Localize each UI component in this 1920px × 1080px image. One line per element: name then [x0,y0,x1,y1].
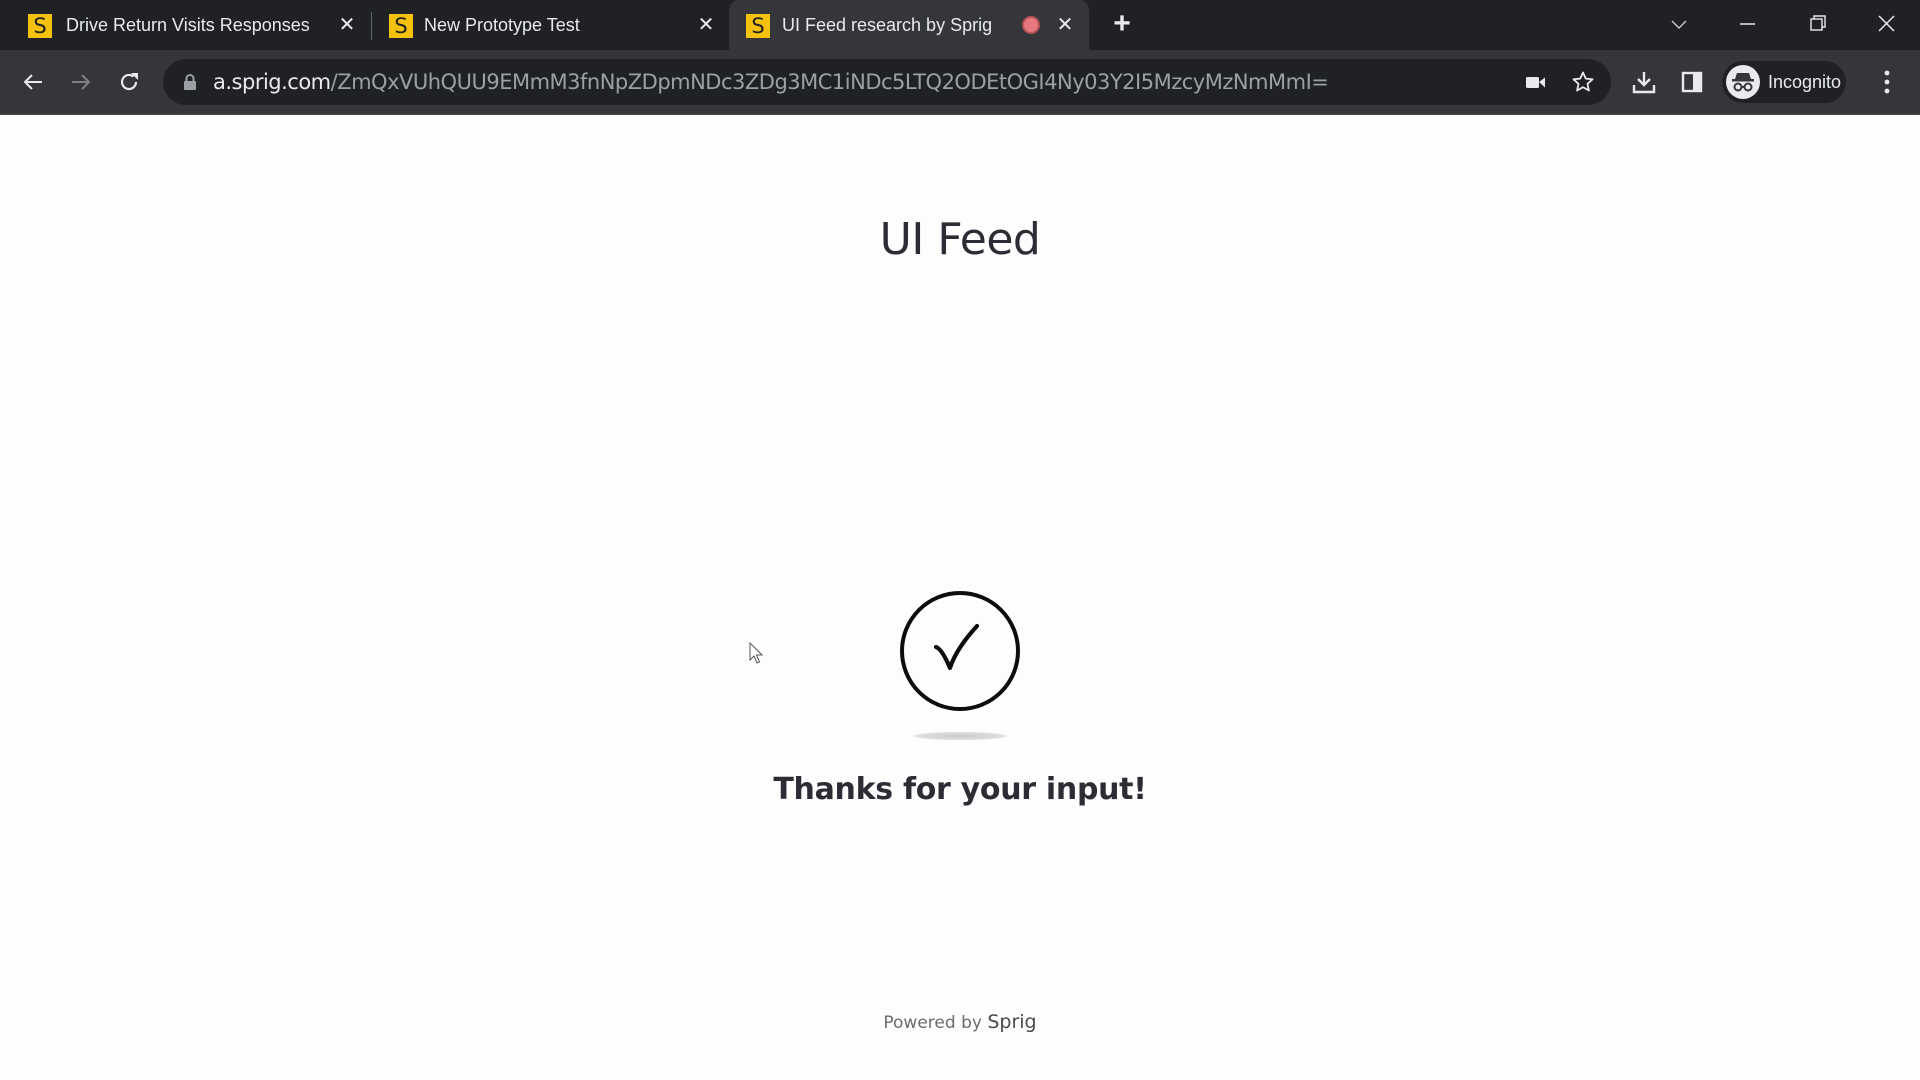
close-tab-icon[interactable]: ✕ [694,13,718,37]
reload-icon [120,73,138,91]
tab-title: UI Feed research by Sprig [782,15,993,35]
tab-search-icon[interactable] [1659,6,1699,42]
restore-icon[interactable] [1797,6,1837,42]
tab-new-prototype-test[interactable]: S New Prototype Test ✕ [372,0,727,50]
profile-label: Incognito [1768,72,1842,92]
sprig-logo[interactable]: Sprig [987,1011,1036,1033]
survey-page: UI Feed Thanks for your input! Powered b… [0,116,1920,1080]
browser-menu-button[interactable] [1869,64,1905,100]
address-bar[interactable]: a.sprig.com/ZmQxVUhQUU9EMmM3fnNpZDpmNDc3… [163,59,1611,105]
tab-title: Drive Return Visits Responses [66,15,310,35]
recording-indicator-icon [1022,16,1040,34]
close-tab-icon[interactable]: ✕ [335,13,359,37]
powered-by-label: Powered by [883,1013,982,1033]
forward-button[interactable] [63,64,99,100]
tab-drive-return-visits[interactable]: S Drive Return Visits Responses ✕ [0,0,370,50]
bookmark-star-icon[interactable] [1571,70,1595,94]
forward-arrow-icon [72,74,91,90]
download-icon [1632,72,1656,94]
lock-icon[interactable] [183,73,197,91]
side-panel-icon [1681,71,1703,93]
incognito-profile-button[interactable]: Incognito [1722,61,1846,103]
url-text[interactable]: a.sprig.com/ZmQxVUhQUU9EMmM3fnNpZDpmNDc3… [213,70,1329,94]
close-window-icon[interactable] [1866,6,1906,42]
incognito-icon [1726,65,1760,99]
sprig-favicon-icon: S [28,14,52,38]
tab-ui-feed-research[interactable]: S UI Feed research by Sprig ✕ [729,0,1089,50]
reload-button[interactable] [111,64,147,100]
url-host: a.sprig.com [213,70,331,94]
more-vertical-icon [1884,70,1890,94]
powered-by-footer[interactable]: Powered by Sprig [0,1011,1920,1033]
camera-icon[interactable] [1524,70,1548,94]
checkmark-shadow [913,732,1007,740]
checkmark-circle-icon [898,589,1022,713]
back-button[interactable] [15,64,51,100]
url-path: /ZmQxVUhQUU9EMmM3fnNpZDpmNDc3ZDg3MC1iNDc… [330,70,1329,94]
survey-title: UI Feed [879,214,1041,265]
minimize-icon[interactable] [1727,6,1767,42]
mouse-cursor-icon [749,642,764,664]
tab-strip: S Drive Return Visits Responses ✕ S New … [0,0,1920,50]
new-tab-button[interactable]: + [1108,9,1136,39]
sprig-favicon-icon: S [746,14,770,38]
side-panel-button[interactable] [1674,64,1710,100]
tab-title: New Prototype Test [424,15,580,35]
browser-toolbar: a.sprig.com/ZmQxVUhQUU9EMmM3fnNpZDpmNDc3… [0,50,1920,115]
sprig-favicon-icon: S [389,14,413,38]
thank-you-message: Thanks for your input! [773,772,1147,807]
close-tab-icon[interactable]: ✕ [1053,13,1077,37]
back-arrow-icon [23,74,42,90]
downloads-button[interactable] [1626,64,1662,100]
